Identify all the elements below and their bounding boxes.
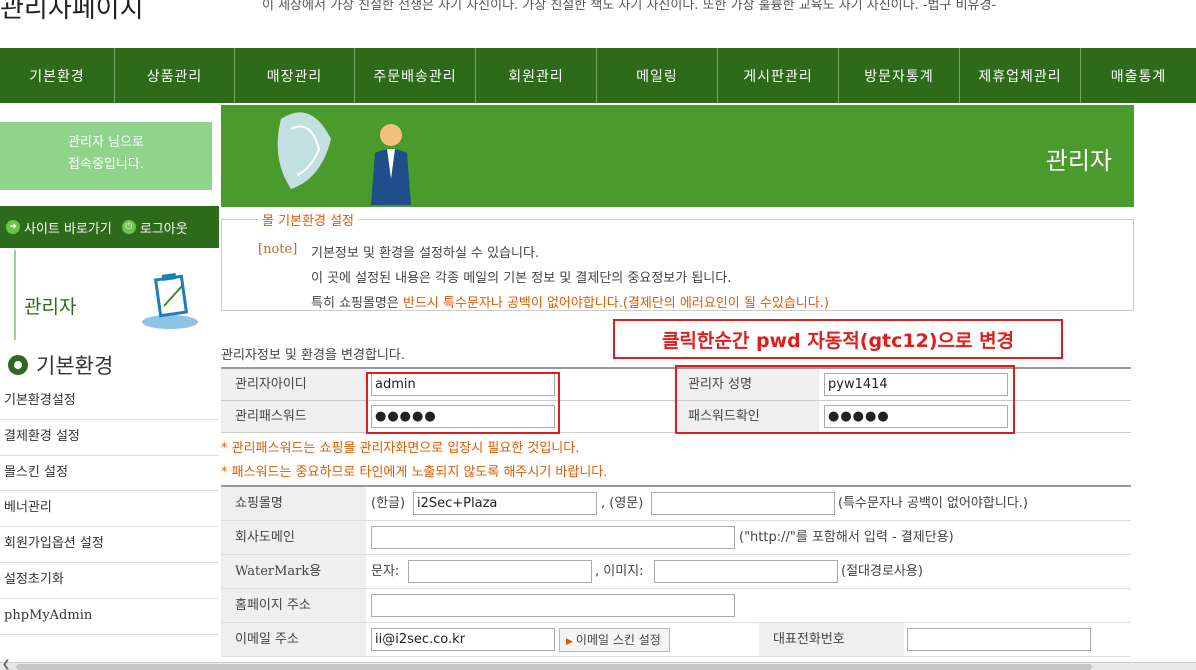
login-status-line2: 접속중입니다. (68, 157, 144, 172)
kor-prefix: (한글) (371, 496, 406, 511)
homepage-row: 홈페이지 주소 (221, 589, 1131, 623)
annotation-box-left (366, 372, 560, 434)
domain-label: 회사도메인 (221, 521, 366, 554)
horizontal-scrollbar[interactable]: ❮ (0, 659, 1196, 670)
shop-name-kor-field[interactable]: i2Sec+Plaza (413, 492, 597, 515)
notice-line2: 이 곳에 설정된 내용은 각종 메일의 기본 정보 및 결제단의 중요정보가 됩… (311, 271, 732, 286)
sidebar-item-payment-settings[interactable]: 결제환경 설정 (0, 420, 218, 456)
notice-line1: 기본정보 및 환경을 설정하실 수 있습니다. (311, 246, 540, 261)
shop-info-table: 쇼핑몰명 (한글) i2Sec+Plaza , (영문) (특수문자나 공백이 … (221, 485, 1131, 657)
admin-id-label: 관리자아이디 (221, 369, 366, 400)
shop-name-hint: (특수문자나 공백이 없어야합니다.) (838, 496, 1028, 511)
login-status-line1: 관리자 님으로 (68, 135, 144, 150)
shop-name-eng-field[interactable] (651, 492, 835, 515)
admin-intro-text: 관리자정보 및 환경을 변경합니다. (221, 348, 405, 363)
bullet-circle-icon (8, 355, 28, 375)
logout-label: 로그아웃 (139, 221, 188, 237)
nav-visitor-stats[interactable]: 방문자통계 (839, 48, 960, 103)
nav-product-management[interactable]: 상품관리 (115, 48, 235, 103)
watermark-row: WaterMark용 문자: , 이미지: (절대경로사용) (221, 555, 1131, 589)
email-row: 이메일 주소 ii@i2sec.co.kr ▶ 이메일 스킨 설정 대표전화번호 (221, 623, 1131, 657)
eng-prefix: , (영문) (601, 496, 644, 511)
sidebar-admin-label: 관리자 (24, 296, 77, 318)
site-title: 관리자페이지 (0, 0, 144, 24)
nav-basic-settings[interactable]: 기본환경 (0, 48, 115, 103)
email-field[interactable]: ii@i2sec.co.kr (371, 628, 555, 651)
login-status-box: 관리자 님으로 접속중입니다. (0, 122, 212, 190)
homepage-label: 홈페이지 주소 (221, 589, 366, 622)
phone-field[interactable] (907, 628, 1091, 651)
watermark-label: WaterMark용 (221, 555, 366, 588)
sidebar-button-bar: ➜ 사이트 바로가기 ⏻ 로그아웃 (0, 206, 219, 248)
top-nav: 기본환경 상품관리 매장관리 주문배송관리 회원관리 메일링 게시판관리 방문자… (0, 48, 1196, 103)
password-warning-1: * 관리패스워드는 쇼핑몰 관리자화면으로 입장시 필요한 것입니다. (221, 441, 580, 456)
admin-password-label: 관리패스워드 (221, 401, 366, 432)
watermark-text-field[interactable] (408, 560, 592, 583)
annotation-callout: 클릭한순간 pwd 자동적(gtc12)으로 변경 (613, 319, 1063, 359)
site-shortcut-label: 사이트 바로가기 (24, 221, 112, 237)
watermark-hint: (절대경로사용) (841, 564, 923, 579)
banner-title: 관리자 (1045, 147, 1112, 175)
banner-illustration (277, 112, 411, 205)
notice-line3: 특히 쇼핑몰명은 반드시 특수문자나 공백이 없어야합니다.(결제단의 에러요인… (311, 296, 829, 311)
sidebar-item-banner[interactable]: 베너관리 (0, 491, 218, 528)
notice-tag: [note] (258, 242, 298, 257)
sidebar-item-reset-settings[interactable]: 설정초기화 (0, 563, 218, 599)
sidebar-item-signup-options[interactable]: 회원가입옵션 설정 (0, 527, 218, 563)
sidebar-item-mall-skin[interactable]: 몰스킨 설정 (0, 456, 218, 492)
phone-label: 대표전화번호 (759, 623, 904, 656)
scroll-left-icon[interactable]: ❮ (2, 659, 10, 670)
watermark-text-prefix: 문자: (371, 564, 400, 579)
power-icon: ⏻ (121, 220, 136, 234)
email-skin-button[interactable]: ▶ 이메일 스킨 설정 (559, 628, 670, 652)
header-quote: 이 세상에서 가장 친절한 선생은 자기 자신이다. 가장 친절한 책도 자기 … (262, 0, 997, 13)
sidebar-section-header: 기본환경 (8, 350, 113, 380)
notice-box: 몰 기본환경 설정 [note] 기본정보 및 환경을 설정하실 수 있습니다.… (221, 210, 1134, 311)
arrow-right-icon: ➜ (6, 220, 20, 234)
watermark-image-prefix: , 이미지: (595, 564, 644, 579)
homepage-field[interactable] (371, 594, 735, 617)
sidebar-item-basic-settings[interactable]: 기본환경설정 (0, 384, 218, 420)
clipboard-icon (142, 273, 198, 329)
watermark-image-field[interactable] (654, 560, 838, 583)
password-warning-2: * 패스워드는 중요하므로 타인에게 노출되지 않도록 해주시기 바랍니다. (221, 465, 608, 480)
annotation-box-right (675, 365, 1015, 434)
sidebar-admin-panel: 관리자 (14, 250, 218, 340)
shop-name-label: 쇼핑몰명 (221, 487, 366, 520)
email-label: 이메일 주소 (221, 623, 366, 656)
notice-legend: 몰 기본환경 설정 (258, 210, 358, 229)
nav-board-management[interactable]: 게시판관리 (718, 48, 839, 103)
domain-field[interactable] (371, 526, 735, 549)
nav-order-shipping[interactable]: 주문배송관리 (355, 48, 476, 103)
domain-hint: ("http://"를 포함해서 입력 - 결제단용) (739, 530, 954, 545)
nav-mailing[interactable]: 메일링 (597, 48, 718, 103)
nav-sales-stats[interactable]: 매출통계 (1081, 48, 1196, 103)
triangle-right-icon: ▶ (566, 637, 573, 647)
shop-name-row: 쇼핑몰명 (한글) i2Sec+Plaza , (영문) (특수문자나 공백이 … (221, 487, 1131, 521)
sidebar-section-title: 기본환경 (36, 354, 114, 378)
logout-button[interactable]: ⏻ 로그아웃 (121, 218, 188, 237)
nav-member-management[interactable]: 회원관리 (476, 48, 597, 103)
admin-banner: 관리자 (221, 105, 1134, 207)
sidebar-item-phpmyadmin[interactable]: phpMyAdmin (0, 599, 218, 635)
sidebar-menu: 기본환경설정 결제환경 설정 몰스킨 설정 베너관리 회원가입옵션 설정 설정초… (0, 384, 218, 635)
site-shortcut-button[interactable]: ➜ 사이트 바로가기 (6, 218, 112, 237)
nav-partner-management[interactable]: 제휴업체관리 (960, 48, 1081, 103)
domain-row: 회사도메인 ("http://"를 포함해서 입력 - 결제단용) (221, 521, 1131, 555)
nav-store-management[interactable]: 매장관리 (235, 48, 355, 103)
scrollbar-thumb[interactable] (16, 664, 1092, 670)
